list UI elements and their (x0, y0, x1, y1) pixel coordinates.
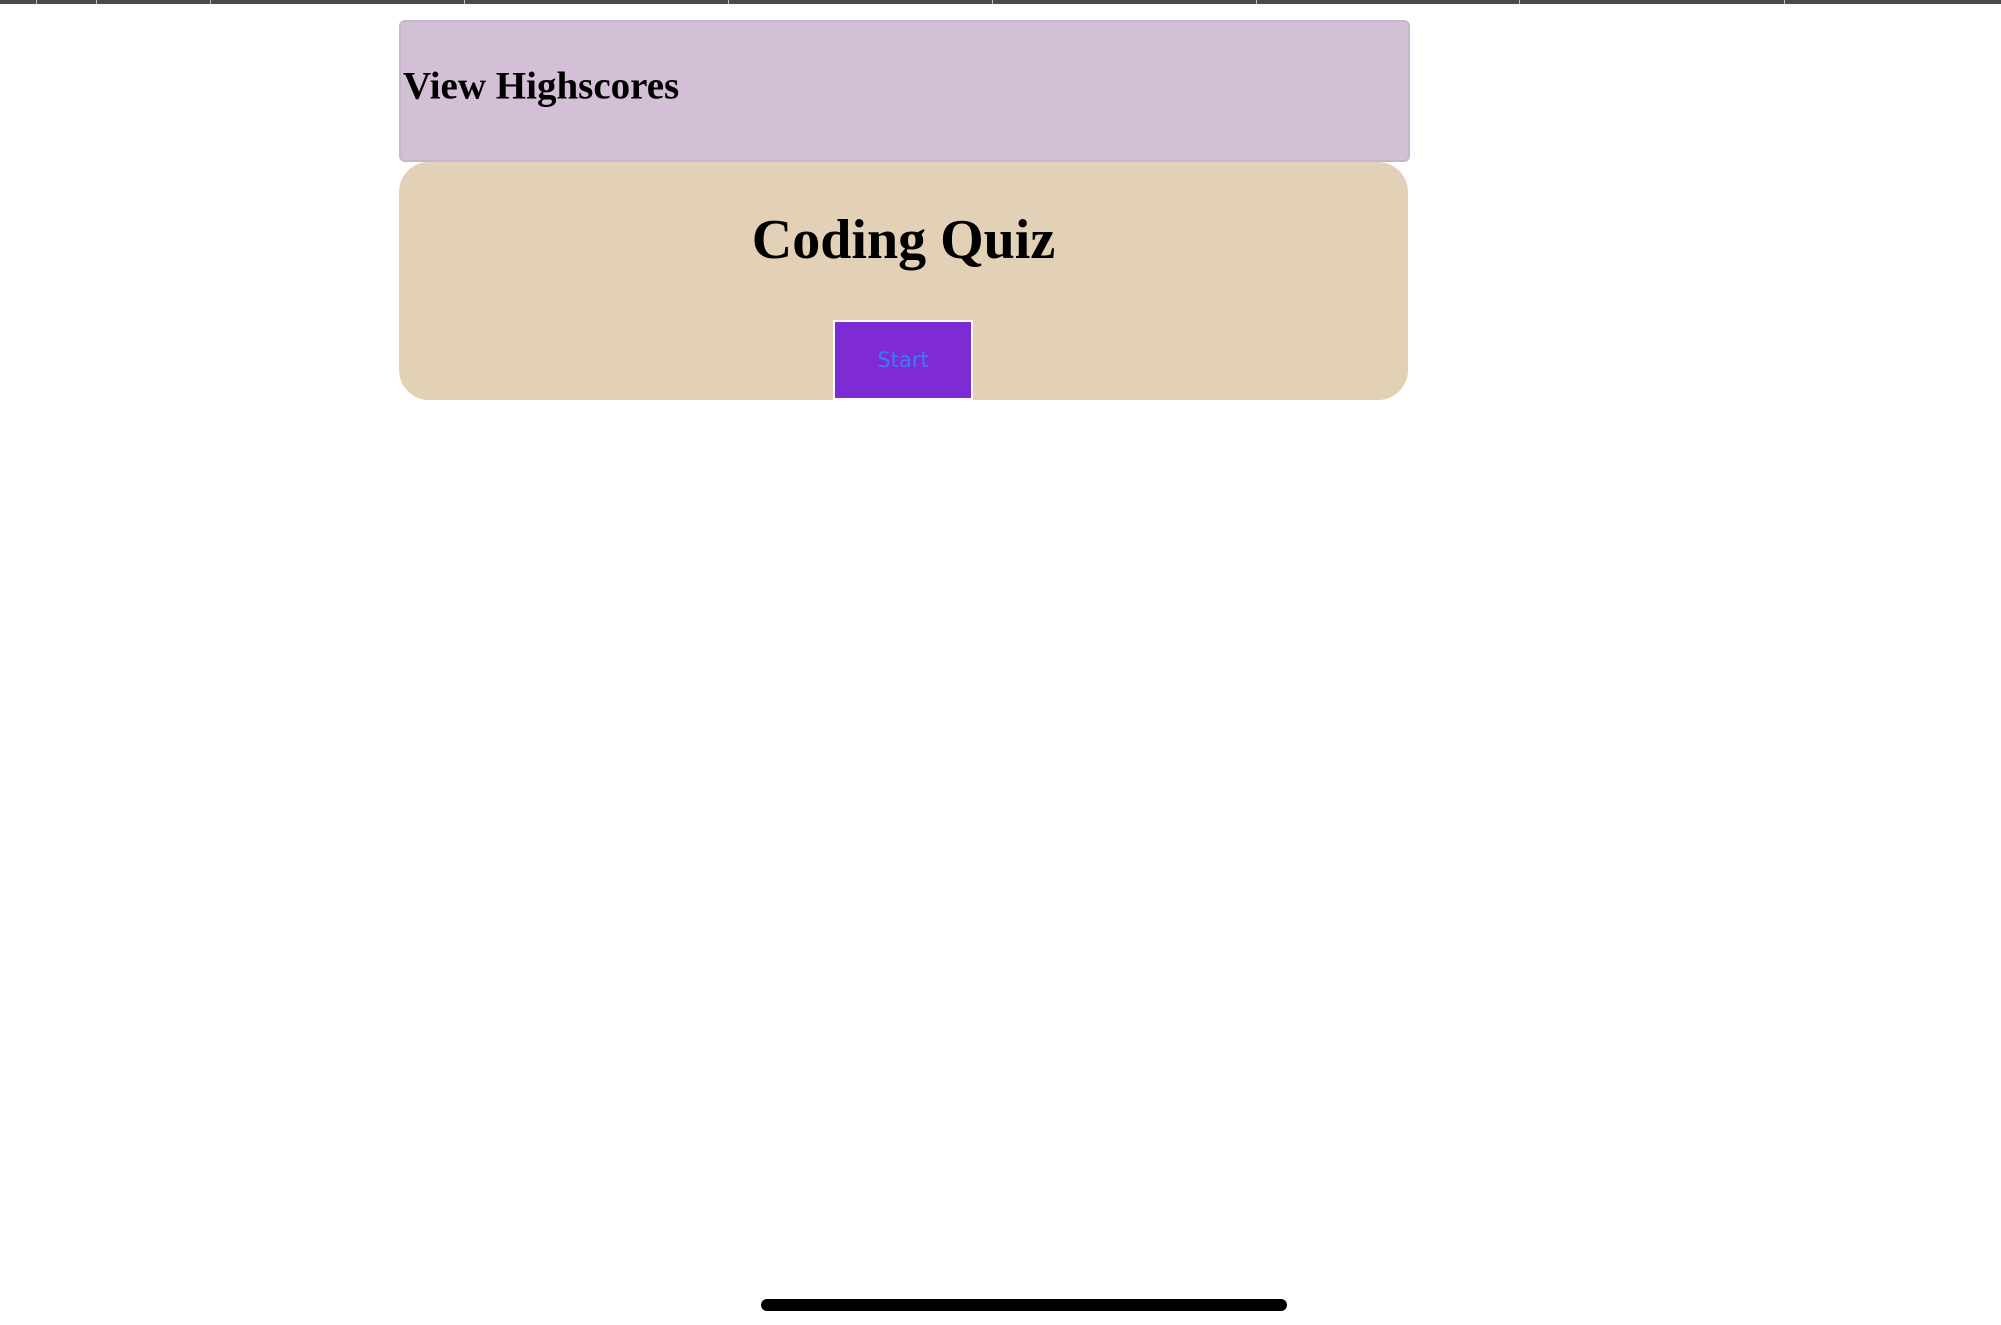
tab-divider (464, 0, 465, 4)
tab-divider (210, 0, 211, 4)
tab-divider (96, 0, 97, 4)
tab-divider (728, 0, 729, 4)
view-highscores-link[interactable]: View Highscores (403, 64, 679, 109)
start-button[interactable]: Start (833, 320, 973, 400)
tab-divider (992, 0, 993, 4)
highscores-header: View Highscores (399, 20, 1410, 162)
tab-divider (1256, 0, 1257, 4)
quiz-start-card: Coding Quiz Start (399, 162, 1408, 400)
tab-divider (1784, 0, 1785, 4)
tab-divider (1519, 0, 1520, 4)
tab-divider (36, 0, 37, 4)
quiz-title: Coding Quiz (751, 209, 1056, 271)
home-indicator-bar (761, 1299, 1287, 1311)
top-tab-strip (0, 0, 2001, 4)
